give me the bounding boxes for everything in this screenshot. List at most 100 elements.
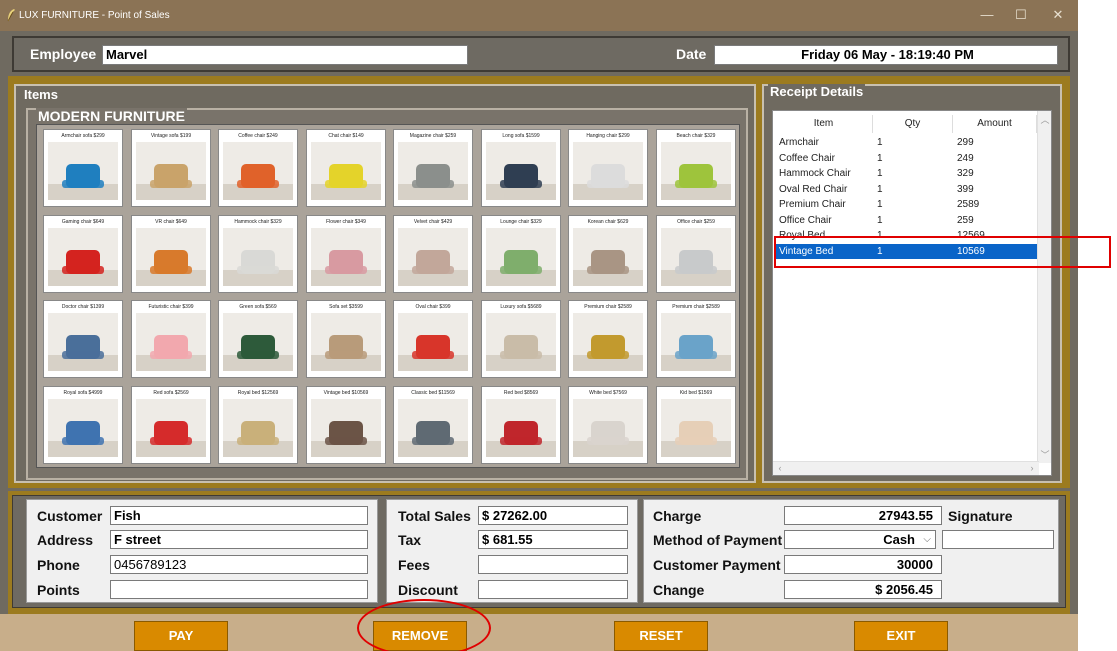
product-card[interactable]: Kid bed $1569	[656, 386, 736, 464]
method-of-payment-label: Method of Payment	[653, 532, 783, 548]
receipt-cell-qty: 1	[877, 137, 883, 148]
scroll-right-icon[interactable]: ›	[1025, 463, 1039, 473]
scroll-left-icon[interactable]: ‹	[773, 463, 787, 473]
product-card[interactable]: Gaming chair $649	[43, 215, 123, 293]
discount-field[interactable]	[478, 580, 628, 599]
customer-payment-field[interactable]: 30000	[784, 555, 942, 574]
items-legend: Items	[22, 87, 60, 102]
product-image	[486, 399, 556, 457]
charge-label: Charge	[653, 508, 702, 524]
receipt-row[interactable]: Hammock Chair 1 329	[775, 166, 1037, 181]
product-card[interactable]: Long sofa $1599	[481, 129, 561, 207]
product-card[interactable]: Chat chair $149	[306, 129, 386, 207]
maximize-button[interactable]: ☐	[1006, 6, 1036, 24]
product-caption: Premium chair $2589	[672, 304, 720, 310]
product-card[interactable]: Red bed $8569	[481, 386, 561, 464]
product-card[interactable]: Vintage sofa $199	[131, 129, 211, 207]
product-caption: VR chair $649	[155, 219, 187, 225]
fees-field[interactable]	[478, 555, 628, 574]
horizontal-scrollbar[interactable]: ‹ ›	[773, 461, 1039, 475]
receipt-row[interactable]: Oval Red Chair 1 399	[775, 182, 1037, 197]
product-card[interactable]: Royal bed $12569	[218, 386, 298, 464]
product-caption: Vintage sofa $199	[150, 133, 192, 139]
product-card[interactable]: Korean chair $629	[568, 215, 648, 293]
customer-field[interactable]: Fish	[110, 506, 368, 525]
product-card[interactable]: Futuristic chair $399	[131, 300, 211, 378]
product-caption: Velvet chair $429	[413, 219, 453, 225]
product-card[interactable]: Lounge chair $329	[481, 215, 561, 293]
receipt-legend: Receipt Details	[768, 84, 866, 99]
receipt-cell-item: Armchair	[779, 137, 820, 148]
product-image	[48, 399, 118, 457]
phone-field[interactable]: 0456789123	[110, 555, 368, 574]
points-field[interactable]	[110, 580, 368, 599]
employee-field[interactable]: Marvel	[102, 45, 468, 65]
product-card[interactable]: Office chair $259	[656, 215, 736, 293]
product-image	[311, 313, 381, 371]
vertical-scrollbar[interactable]: ︿ ﹀	[1037, 111, 1051, 463]
product-image	[398, 142, 468, 200]
product-card[interactable]: Premium chair $2589	[568, 300, 648, 378]
product-card[interactable]: Magazine chair $259	[393, 129, 473, 207]
scroll-down-icon[interactable]: ﹀	[1038, 448, 1052, 461]
product-card[interactable]: Armchair sofa $299	[43, 129, 123, 207]
product-card[interactable]: Velvet chair $429	[393, 215, 473, 293]
product-card[interactable]: Vintage bed $10569	[306, 386, 386, 464]
column-header-amount[interactable]: Amount	[953, 115, 1037, 133]
product-image	[661, 399, 731, 457]
selected-row-highlight-box	[774, 236, 1111, 268]
discount-label: Discount	[398, 582, 458, 598]
scroll-up-icon[interactable]: ︿	[1038, 113, 1052, 126]
product-card[interactable]: Premium chair $2589	[656, 300, 736, 378]
product-image	[136, 399, 206, 457]
payment-method-dropdown[interactable]: Cash ⌵	[784, 530, 936, 549]
column-header-qty[interactable]: Qty	[873, 115, 953, 133]
product-card[interactable]: Oval chair $399	[393, 300, 473, 378]
close-button[interactable]: ✕	[1043, 6, 1073, 24]
product-card[interactable]: Hanging chair $299	[568, 129, 648, 207]
product-image	[48, 313, 118, 371]
product-card[interactable]: White bed $7569	[568, 386, 648, 464]
product-image	[661, 313, 731, 371]
product-card[interactable]: Hammock chair $329	[218, 215, 298, 293]
product-card[interactable]: VR chair $649	[131, 215, 211, 293]
payment-method-value: Cash	[883, 532, 915, 547]
receipt-row[interactable]: Premium Chair 1 2589	[775, 197, 1037, 212]
product-card[interactable]: Luxury sofa $5689	[481, 300, 561, 378]
product-card[interactable]: Doctor chair $1399	[43, 300, 123, 378]
product-caption: Doctor chair $1399	[61, 304, 105, 310]
tax-label: Tax	[398, 532, 422, 548]
product-card[interactable]: Beach chair $329	[656, 129, 736, 207]
product-card[interactable]: Classic bed $11569	[393, 386, 473, 464]
receipt-row[interactable]: Armchair 1 299	[775, 135, 1037, 150]
exit-button[interactable]: EXIT	[854, 621, 948, 651]
product-card[interactable]: Flower chair $349	[306, 215, 386, 293]
product-caption: Chat chair $149	[328, 133, 364, 139]
product-image	[573, 142, 643, 200]
product-caption: Sofa set $3599	[329, 304, 363, 310]
address-field[interactable]: F street	[110, 530, 368, 549]
fees-label: Fees	[398, 557, 430, 573]
product-card[interactable]: Sofa set $3599	[306, 300, 386, 378]
receipt-row[interactable]: Office Chair 1 259	[775, 213, 1037, 228]
receipt-row[interactable]: Coffee Chair 1 249	[775, 151, 1037, 166]
signature-field[interactable]	[942, 530, 1054, 549]
modern-furniture-legend: MODERN FURNITURE	[36, 108, 187, 124]
product-caption: Futuristic chair $399	[148, 304, 194, 310]
charge-field: 27943.55	[784, 506, 942, 525]
product-card[interactable]: Green sofa $569	[218, 300, 298, 378]
product-caption: Classic bed $11569	[411, 390, 455, 396]
pay-button[interactable]: PAY	[134, 621, 228, 651]
minimize-button[interactable]: —	[972, 6, 1002, 24]
product-image	[486, 313, 556, 371]
reset-button[interactable]: RESET	[614, 621, 708, 651]
feather-icon	[7, 9, 15, 22]
receipt-table[interactable]: Item Qty Amount Armchair 1 299 Coffee Chair…	[772, 110, 1052, 476]
product-card[interactable]: Red sofa $2569	[131, 386, 211, 464]
chevron-down-icon[interactable]: ⌵	[923, 531, 931, 548]
tax-field: $ 681.55	[478, 530, 628, 549]
product-caption: Magazine chair $259	[409, 133, 457, 139]
column-header-item[interactable]: Item	[775, 115, 873, 133]
product-card[interactable]: Royal sofa $4999	[43, 386, 123, 464]
product-card[interactable]: Coffee chair $249	[218, 129, 298, 207]
